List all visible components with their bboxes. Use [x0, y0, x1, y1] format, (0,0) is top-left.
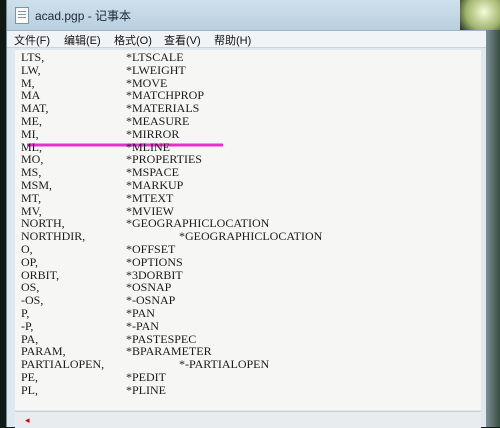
command-text: *OPTIONS — [126, 254, 183, 269]
menu-format[interactable]: 格式(O) — [111, 32, 155, 48]
menu-edit[interactable]: 编辑(E) — [61, 32, 104, 48]
alias-text: MI, — [21, 126, 39, 141]
alias-text: OP, — [21, 254, 39, 269]
highlight-underline — [27, 143, 223, 147]
desktop-corner — [460, 0, 500, 30]
title-bar[interactable]: acad.pgp - 记事本 — [7, 0, 489, 31]
notepad-icon — [15, 7, 29, 24]
menu-help[interactable]: 帮助(H) — [211, 32, 254, 48]
command-text: *LWEIGHT — [126, 62, 186, 77]
window-title: acad.pgp - 记事本 — [35, 9, 132, 23]
command-text: *-PAN — [126, 318, 159, 333]
menu-bar: 文件(F) 编辑(E) 格式(O) 查看(V) 帮助(H) — [7, 31, 489, 48]
command-text: *GEOGRAPHICLOCATION — [179, 229, 323, 244]
command-text: *PLINE — [126, 382, 166, 397]
horizontal-scrollbar[interactable]: ◂ — [15, 411, 481, 428]
alias-text: MT, — [21, 190, 42, 205]
text-editor[interactable]: LTS, *LTSCALE LW, *LWEIGHT M, *MOVE MA *MATCHPR… — [15, 50, 481, 410]
notepad-window: acad.pgp - 记事本 文件(F) 编辑(E) 格式(O) 查看(V) 帮… — [6, 0, 490, 428]
desktop-edge — [486, 0, 500, 427]
command-text: *MTEXT — [126, 190, 174, 205]
alias-text: PL, — [21, 382, 39, 397]
menu-file[interactable]: 文件(F) — [11, 32, 53, 48]
alias-text: -P, — [21, 318, 34, 333]
menu-view[interactable]: 查看(V) — [161, 32, 204, 48]
scroll-left-icon[interactable]: ◂ — [25, 415, 30, 426]
alias-text: LW, — [21, 62, 41, 77]
command-text: *-PARTIALOPEN — [179, 357, 270, 372]
command-text: *MIRROR — [126, 126, 180, 141]
